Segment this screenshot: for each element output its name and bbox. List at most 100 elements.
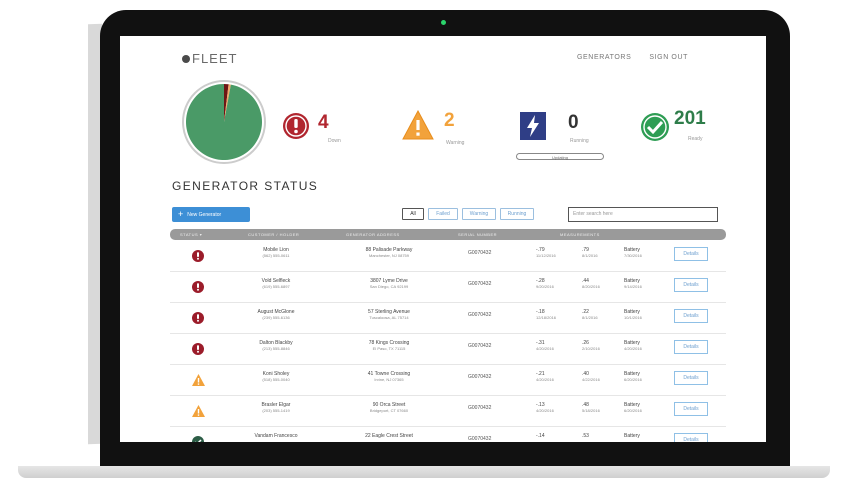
address-cell: 90 Orca Street Bridgeport, CT 07660 bbox=[334, 402, 444, 414]
details-button[interactable]: Details bbox=[674, 309, 708, 323]
measurement-1-date: 4/20/2016 bbox=[536, 408, 554, 413]
measurement-1-date: 11/12/2016 bbox=[536, 253, 556, 258]
th-status[interactable]: STATUS ▾ bbox=[180, 232, 202, 237]
customer-phone: (213) 555-8846 bbox=[262, 346, 290, 351]
filter-warning[interactable]: Warning bbox=[462, 208, 496, 220]
measurement-1-date: 4/20/2016 bbox=[536, 377, 554, 382]
th-measurements[interactable]: MEASUREMENTS bbox=[560, 232, 600, 237]
measurement-3-date: 6/20/2016 bbox=[624, 408, 642, 413]
stat-warning: 2 Warning bbox=[402, 110, 464, 146]
new-generator-button[interactable]: + New Generator bbox=[172, 207, 250, 222]
measurement-2: .22 8/1/2016 bbox=[582, 309, 598, 321]
measurement-3-date: 10/1/2016 bbox=[624, 315, 642, 320]
serial-number: G0070432 bbox=[468, 436, 492, 442]
stat-ready-count: 201 bbox=[674, 108, 706, 129]
serial-number: G0070432 bbox=[468, 374, 492, 380]
customer-cell: Dalton Blackby (213) 555-8846 bbox=[230, 340, 322, 352]
details-button[interactable]: Details bbox=[674, 247, 708, 261]
measurement-2: .40 4/22/2016 bbox=[582, 371, 600, 383]
nav-generators[interactable]: GENERATORS bbox=[577, 54, 631, 61]
table-row[interactable]: August McGlone (239) 555-6136 57 Sterling … bbox=[170, 303, 726, 334]
logo-icon bbox=[182, 54, 190, 63]
filter-group: All Failed Warning Running bbox=[402, 208, 534, 220]
th-address[interactable]: GENERATOR ADDRESS bbox=[346, 232, 400, 237]
measurement-3: Battery 6/20/2016 bbox=[624, 402, 642, 414]
measurement-1: -.18 12/18/2016 bbox=[536, 309, 556, 321]
serial-number: G0070432 bbox=[468, 343, 492, 349]
details-button[interactable]: Details bbox=[674, 340, 708, 354]
down-status-icon bbox=[192, 311, 204, 329]
th-serial[interactable]: SERIAL NUMBER bbox=[458, 232, 497, 237]
pie-svg bbox=[186, 84, 262, 160]
measurement-2: .79 8/1/2016 bbox=[582, 247, 598, 259]
measurement-2: .26 2/10/2016 bbox=[582, 340, 600, 352]
measurement-3-date: 7/30/2016 bbox=[624, 253, 642, 258]
top-nav: GENERATORS SIGN OUT bbox=[577, 54, 688, 61]
search-input[interactable]: Enter search here bbox=[568, 207, 718, 222]
logo-text: FLEET bbox=[192, 51, 238, 66]
stat-ready: 201 Ready bbox=[640, 108, 706, 142]
customer-cell: Koni Sholey (518) 555-0040 bbox=[230, 371, 322, 383]
ready-status-icon bbox=[192, 435, 204, 442]
stat-warning-count: 2 bbox=[444, 110, 455, 131]
down-status-icon bbox=[192, 280, 204, 298]
measurement-3-date: 9/14/2016 bbox=[624, 284, 642, 289]
pie-slice-ready bbox=[186, 84, 262, 160]
filter-running[interactable]: Running bbox=[500, 208, 534, 220]
running-progress-bar: Updating bbox=[516, 153, 604, 160]
measurement-1: -.21 4/20/2016 bbox=[536, 371, 554, 383]
alert-circle-icon bbox=[283, 113, 309, 139]
measurement-2: .48 5/18/2016 bbox=[582, 402, 600, 414]
measurement-3: Battery 10/1/2016 bbox=[624, 309, 642, 321]
table-row[interactable]: Mobile Lion (562) 555-0611 88 Palisade Par… bbox=[170, 241, 726, 272]
details-button[interactable]: Details bbox=[674, 278, 708, 292]
table-row[interactable]: Vold Selfleck (619) 555-6897 3807 Lyme Dri… bbox=[170, 272, 726, 303]
measurement-2-value: .53 bbox=[582, 433, 589, 439]
th-customer[interactable]: CUSTOMER / HOLDER bbox=[248, 232, 299, 237]
filter-failed[interactable]: Failed bbox=[428, 208, 458, 220]
measurement-1: -.13 4/20/2016 bbox=[536, 402, 554, 414]
table-row[interactable]: Koni Sholey (518) 555-0040 41 Towne Crossi… bbox=[170, 365, 726, 396]
measurement-2: .44 8/20/2016 bbox=[582, 278, 600, 290]
logo[interactable]: FLEET bbox=[182, 51, 237, 66]
address-city: Tuscaloosa, AL 75714 bbox=[369, 315, 409, 320]
address-cell: 41 Towne Crossing Irvine, NJ 07365 bbox=[334, 371, 444, 383]
customer-phone: (239) 555-6136 bbox=[262, 315, 290, 320]
details-button[interactable]: Details bbox=[674, 433, 708, 442]
customer-phone: (619) 555-6897 bbox=[262, 284, 290, 289]
table-row[interactable]: Dalton Blackby (213) 555-8846 78 Kings Cro… bbox=[170, 334, 726, 365]
new-generator-label: New Generator bbox=[187, 211, 222, 218]
measurement-2: .53 bbox=[582, 433, 589, 439]
measurement-1: -.28 9/20/2016 bbox=[536, 278, 554, 290]
stat-down-label: Down bbox=[328, 138, 341, 144]
measurement-1: -.31 4/20/2016 bbox=[536, 340, 554, 352]
measurement-2-date: 2/10/2016 bbox=[582, 346, 600, 351]
customer-phone: (203) 555-1419 bbox=[262, 408, 290, 413]
filter-all[interactable]: All bbox=[402, 208, 424, 220]
down-status-icon bbox=[192, 342, 204, 360]
table-row[interactable]: Vandam Francesco 22 Eagle Crest Street G00… bbox=[170, 427, 726, 442]
address-cell: 78 Kings Crossing El Paso, TX 71115 bbox=[334, 340, 444, 352]
details-button[interactable]: Details bbox=[674, 371, 708, 385]
measurement-2-date: 8/1/2016 bbox=[582, 253, 598, 258]
measurement-3: Battery 9/14/2016 bbox=[624, 278, 642, 290]
nav-sign-out[interactable]: SIGN OUT bbox=[649, 54, 688, 61]
table-row[interactable]: Brasler Elgar (203) 555-1419 90 Orca Stree… bbox=[170, 396, 726, 427]
serial-number: G0070432 bbox=[468, 405, 492, 411]
warning-triangle-icon bbox=[402, 110, 434, 140]
measurement-3: Battery bbox=[624, 433, 640, 439]
stat-warning-label: Warning bbox=[446, 140, 465, 146]
measurement-3: Battery 4/20/2016 bbox=[624, 340, 642, 352]
measurement-3-date: 6/20/2016 bbox=[624, 377, 642, 382]
address-cell: 3807 Lyme Drive San Diego, CA 92199 bbox=[334, 278, 444, 290]
warning-status-icon bbox=[192, 373, 205, 391]
details-button[interactable]: Details bbox=[674, 402, 708, 416]
warning-status-icon bbox=[192, 404, 205, 422]
app-screen: FLEET GENERATORS SIGN OUT 4 Down 2 Warni… bbox=[120, 36, 766, 442]
address-city: Irvine, NJ 07365 bbox=[374, 377, 404, 382]
address-city: Bridgeport, CT 07660 bbox=[369, 408, 409, 413]
stat-running: 0 Running bbox=[520, 112, 589, 144]
customer-name: Vandam Francesco bbox=[254, 433, 298, 439]
measurement-1-date: 9/20/2016 bbox=[536, 284, 554, 289]
measurement-3-date: 4/20/2016 bbox=[624, 346, 642, 351]
